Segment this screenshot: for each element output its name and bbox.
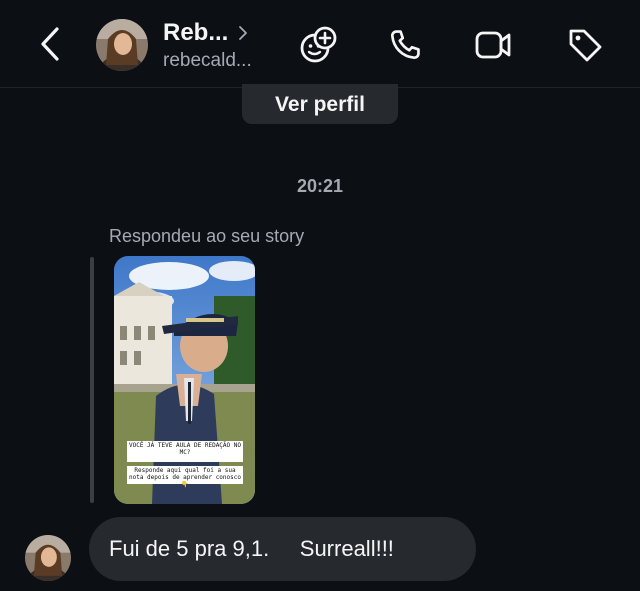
story-thumbnail[interactable]: VOCÊ JÁ TEVE AULA DE REDAÇÃO NO MC? Resp…: [114, 256, 255, 504]
message-timestamp: 20:21: [296, 176, 344, 196]
sticker-button[interactable]: [296, 22, 342, 68]
contact-name: Reb...: [163, 19, 229, 46]
tag-icon: [569, 29, 602, 62]
phone-icon: [390, 30, 420, 60]
back-chevron-icon: [41, 27, 59, 61]
video-camera-icon: [475, 31, 511, 59]
chat-header: Reb... rebecald...: [0, 0, 640, 88]
view-profile-button[interactable]: Ver perfil: [242, 84, 398, 124]
contact-info[interactable]: Reb... rebecald...: [163, 18, 283, 72]
contact-username: rebecald...: [163, 50, 252, 71]
message-text: Fui de 5 pra 9,1. Surreall!!!: [109, 536, 394, 561]
audio-call-button[interactable]: [382, 22, 428, 68]
back-button[interactable]: [32, 22, 68, 66]
sticker-add-icon: [300, 26, 337, 63]
reply-indicator-bar: [90, 257, 94, 503]
message-bubble[interactable]: Fui de 5 pra 9,1. Surreall!!!: [89, 517, 476, 581]
sender-avatar[interactable]: [25, 535, 71, 581]
story-question-box: VOCÊ JÁ TEVE AULA DE REDAÇÃO NO MC?: [127, 441, 243, 462]
story-reply-label: Respondeu ao seu story: [109, 226, 305, 246]
tag-button[interactable]: [562, 22, 608, 68]
video-call-button[interactable]: [470, 22, 516, 68]
chevron-right-icon: [238, 25, 248, 41]
story-answer-box: Responde aqui qual foi a sua nota depois…: [127, 466, 243, 488]
contact-avatar[interactable]: [96, 19, 148, 71]
